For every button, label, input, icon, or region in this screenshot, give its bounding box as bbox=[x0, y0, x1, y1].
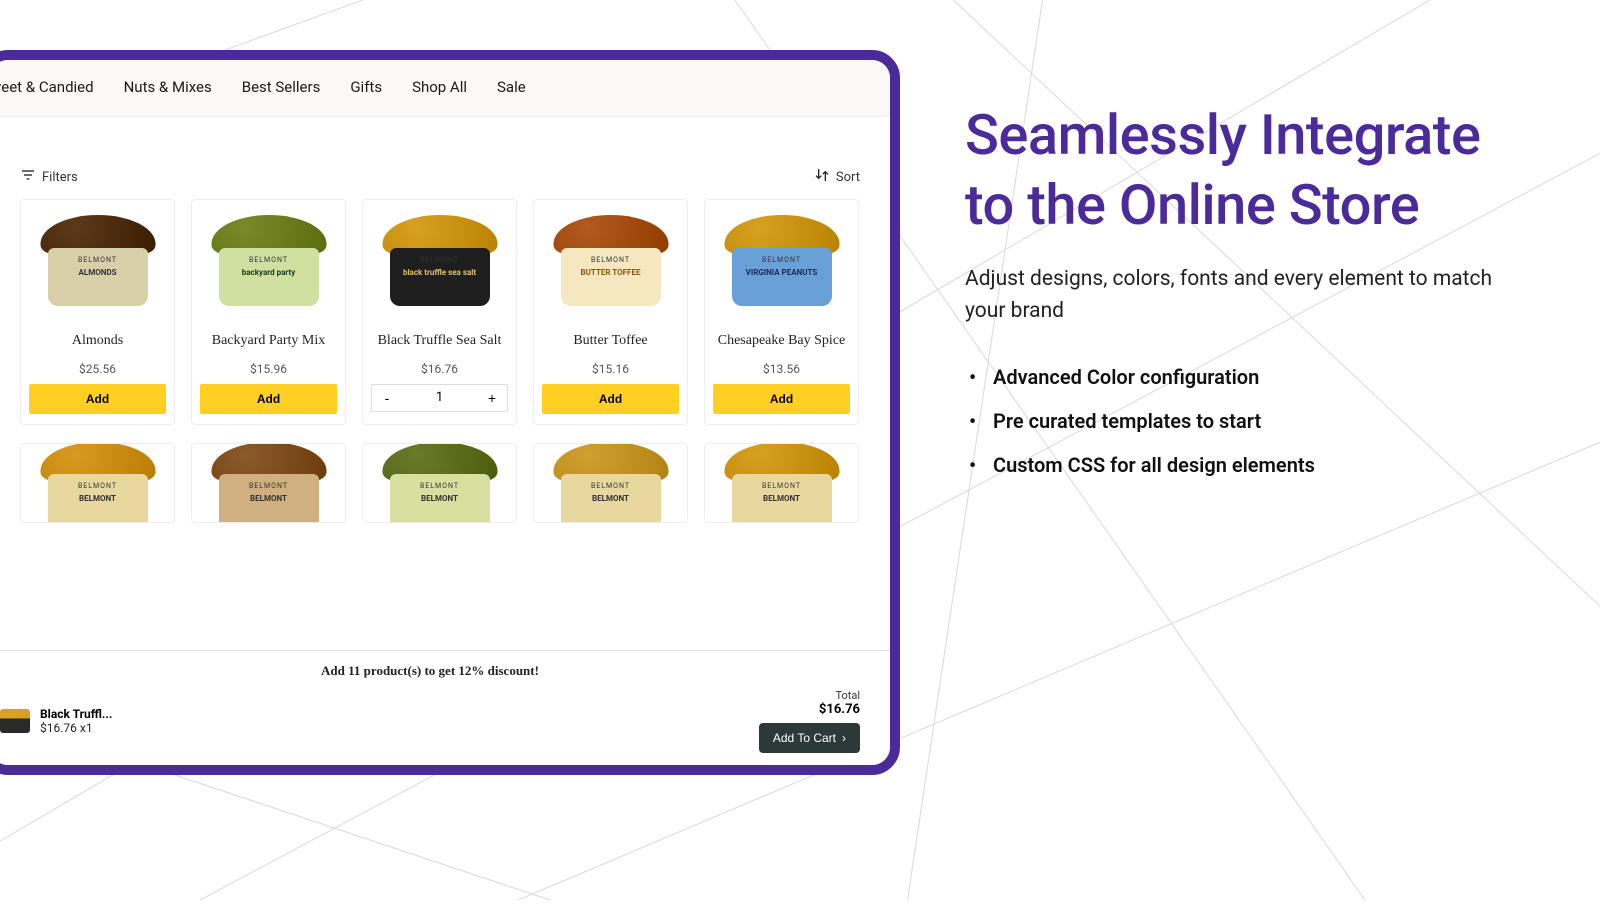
bullet-item: Advanced Color configuration bbox=[965, 355, 1525, 399]
cart-item-thumb bbox=[0, 709, 30, 733]
product-image: BELMONT BELMONT bbox=[206, 454, 331, 522]
cart-item-price: $16.76 x1 bbox=[40, 721, 112, 735]
product-grid: BELMONT ALMONDS Almonds $25.56 Add BELMONT… bbox=[0, 199, 890, 425]
qty-minus-button[interactable]: - bbox=[372, 385, 402, 411]
product-image: BELMONT BELMONT bbox=[35, 454, 160, 522]
filter-icon bbox=[20, 167, 36, 187]
product-card[interactable]: BELMONT BUTTER TOFFEE Butter Toffee $15.1… bbox=[533, 199, 688, 425]
add-button[interactable]: Add bbox=[542, 384, 679, 414]
sort-icon bbox=[814, 167, 830, 187]
nav-item-sale[interactable]: Sale bbox=[497, 78, 526, 96]
product-price: $16.76 bbox=[421, 362, 458, 376]
product-image: BELMONT VIRGINIA PEANUTS bbox=[719, 210, 844, 310]
filters-label: Filters bbox=[42, 170, 78, 185]
nav-item-nuts-mixes[interactable]: Nuts & Mixes bbox=[124, 78, 212, 96]
product-price: $13.56 bbox=[763, 362, 800, 376]
cart-total-value: $16.76 bbox=[759, 702, 860, 717]
sort-button[interactable]: Sort bbox=[814, 167, 860, 187]
quantity-stepper[interactable]: - 1 + bbox=[371, 384, 508, 412]
product-grid-row2: BELMONT BELMONT BELMONT BELMONT BELMONT … bbox=[0, 443, 890, 523]
cart-item: Black Truffl... $16.76 x1 bbox=[0, 707, 112, 735]
qty-plus-button[interactable]: + bbox=[477, 385, 507, 411]
product-card[interactable]: BELMONT BELMONT bbox=[362, 443, 517, 523]
nav-item-gifts[interactable]: Gifts bbox=[350, 78, 382, 96]
bullet-item: Custom CSS for all design elements bbox=[965, 443, 1525, 487]
product-card[interactable]: BELMONT BELMONT bbox=[704, 443, 859, 523]
product-title: Butter Toffee bbox=[573, 324, 647, 358]
product-card[interactable]: BELMONT black truffle sea salt Black Tru… bbox=[362, 199, 517, 425]
add-button[interactable]: Add bbox=[200, 384, 337, 414]
add-to-cart-button[interactable]: Add To Cart › bbox=[759, 723, 860, 753]
sort-label: Sort bbox=[836, 170, 860, 185]
nav-item-best-sellers[interactable]: Best Sellers bbox=[242, 78, 321, 96]
filters-button[interactable]: Filters bbox=[20, 167, 78, 187]
product-price: $25.56 bbox=[79, 362, 116, 376]
cart-item-name: Black Truffl... bbox=[40, 707, 112, 721]
app-frame: weet & Candied Nuts & Mixes Best Sellers… bbox=[0, 50, 900, 775]
marketing-bullets: Advanced Color configuration Pre curated… bbox=[965, 355, 1525, 487]
nav-item-sweet-candied[interactable]: weet & Candied bbox=[0, 78, 94, 96]
marketing-headline: Seamlessly Integrate to the Online Store bbox=[965, 100, 1525, 240]
product-price: $15.96 bbox=[250, 362, 287, 376]
qty-value: 1 bbox=[402, 385, 477, 411]
cart-bar: Add 11 product(s) to get 12% discount! B… bbox=[0, 650, 890, 765]
product-title: Chesapeake Bay Spice bbox=[718, 324, 846, 358]
product-price: $15.16 bbox=[592, 362, 629, 376]
product-title: Backyard Party Mix bbox=[212, 324, 326, 358]
product-card[interactable]: BELMONT BELMONT bbox=[533, 443, 688, 523]
product-title: Almonds bbox=[72, 324, 123, 358]
product-card[interactable]: BELMONT BELMONT bbox=[20, 443, 175, 523]
product-title: Black Truffle Sea Salt bbox=[378, 324, 502, 358]
product-image: BELMONT backyard party bbox=[206, 210, 331, 310]
top-nav: weet & Candied Nuts & Mixes Best Sellers… bbox=[0, 60, 890, 117]
chevron-right-icon: › bbox=[842, 731, 846, 745]
product-image: BELMONT BUTTER TOFFEE bbox=[548, 210, 673, 310]
product-image: BELMONT BELMONT bbox=[719, 454, 844, 522]
product-card[interactable]: BELMONT BELMONT bbox=[191, 443, 346, 523]
promo-message: Add 11 product(s) to get 12% discount! bbox=[0, 659, 860, 689]
product-image: BELMONT black truffle sea salt bbox=[377, 210, 502, 310]
product-card[interactable]: BELMONT backyard party Backyard Party Mi… bbox=[191, 199, 346, 425]
add-button[interactable]: Add bbox=[713, 384, 850, 414]
product-image: BELMONT BELMONT bbox=[377, 454, 502, 522]
add-button[interactable]: Add bbox=[29, 384, 166, 414]
marketing-panel: Seamlessly Integrate to the Online Store… bbox=[965, 100, 1525, 487]
product-image: BELMONT ALMONDS bbox=[35, 210, 160, 310]
nav-item-shop-all[interactable]: Shop All bbox=[412, 78, 467, 96]
cart-total-label: Total bbox=[759, 689, 860, 702]
toolbar: Filters Sort bbox=[0, 117, 890, 199]
product-image: BELMONT BELMONT bbox=[548, 454, 673, 522]
product-card[interactable]: BELMONT ALMONDS Almonds $25.56 Add bbox=[20, 199, 175, 425]
marketing-subtext: Adjust designs, colors, fonts and every … bbox=[965, 264, 1525, 327]
product-card[interactable]: BELMONT VIRGINIA PEANUTS Chesapeake Bay … bbox=[704, 199, 859, 425]
bullet-item: Pre curated templates to start bbox=[965, 399, 1525, 443]
